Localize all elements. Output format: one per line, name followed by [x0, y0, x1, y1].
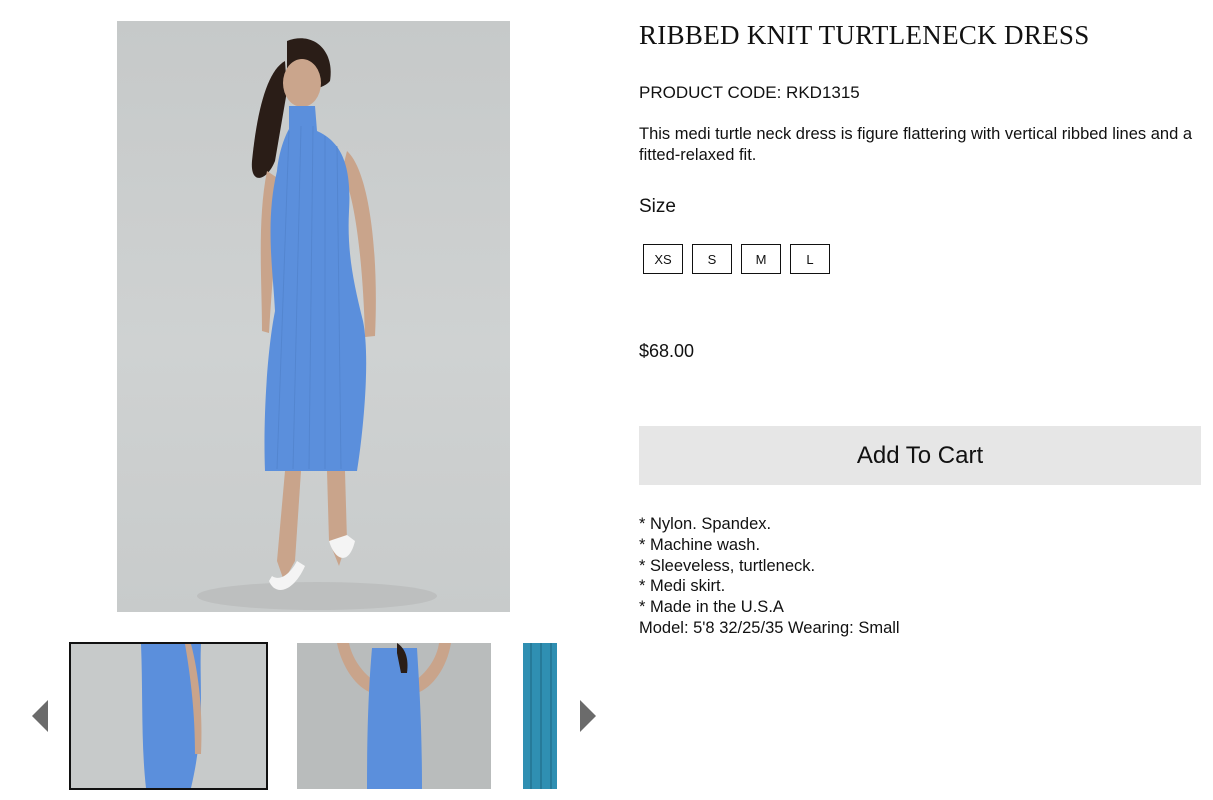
- feature-item: * Made in the U.S.A: [639, 598, 784, 617]
- thumbnail-full-body[interactable]: [69, 642, 268, 790]
- product-features-list: * Nylon. Spandex. * Machine wash. * Slee…: [639, 514, 900, 639]
- next-thumbnail-arrow-icon[interactable]: [580, 700, 596, 732]
- product-price: $68.00: [639, 341, 695, 361]
- size-option-xs[interactable]: XS: [643, 244, 683, 274]
- product-code-label: PRODUCT CODE:: [639, 83, 782, 102]
- size-option-l[interactable]: L: [790, 244, 830, 274]
- model-figure-illustration: [197, 38, 437, 610]
- feature-item: * Sleeveless, turtleneck.: [639, 556, 816, 575]
- feature-item: * Nylon. Spandex.: [639, 515, 772, 533]
- main-product-image[interactable]: [117, 21, 510, 612]
- model-info: Model: 5'8 32/25/35 Wearing: Small: [639, 618, 900, 637]
- product-title: RIBBED KNIT TURTLENECK DRESS: [639, 20, 1090, 50]
- thumbnail-image: [337, 643, 451, 789]
- thumbnail-image: [141, 644, 202, 788]
- size-option-m[interactable]: M: [741, 244, 781, 274]
- thumbnail-back-view[interactable]: [297, 643, 491, 789]
- thumbnail-image: [530, 643, 552, 789]
- add-to-cart-button[interactable]: Add To Cart: [639, 426, 1201, 485]
- feature-item: * Medi skirt.: [639, 577, 726, 596]
- size-option-s[interactable]: S: [692, 244, 732, 274]
- previous-thumbnail-arrow-icon[interactable]: [32, 700, 48, 732]
- feature-item: * Machine wash.: [639, 535, 761, 554]
- product-description: This medi turtle neck dress is figure fl…: [639, 125, 1192, 164]
- size-selector: XS S M L: [643, 244, 830, 274]
- product-code-value: RKD1315: [786, 83, 860, 102]
- size-label: Size: [639, 196, 676, 217]
- thumbnail-fabric-detail[interactable]: [523, 643, 557, 789]
- product-code: PRODUCT CODE: RKD1315: [639, 83, 860, 103]
